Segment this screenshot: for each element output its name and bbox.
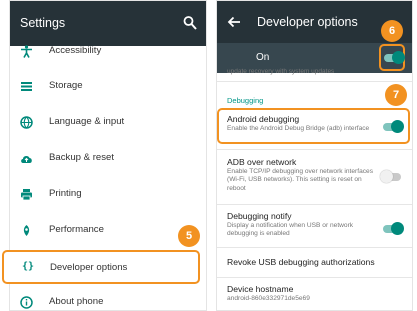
developer-options-title: Developer options [257,15,358,29]
divider [217,247,412,248]
step-badge-5: 5 [178,225,200,247]
accessibility-icon [21,45,32,58]
settings-item-label: Language & input [49,116,125,127]
settings-item-developer-options[interactable]: {} Developer options [2,250,200,284]
pref-summary: Enable TCP/IP debugging over network int… [227,168,374,192]
settings-item-storage[interactable]: Storage [10,69,206,105]
divider [217,204,412,205]
step-badge-6: 6 [381,20,403,42]
settings-item-label: About phone [49,296,104,307]
settings-title: Settings [20,16,66,30]
settings-item-label: Accessibility [49,45,102,56]
pref-debugging-notify[interactable]: Debugging notify Display a notification … [217,207,412,243]
settings-item-printing[interactable]: Printing [10,177,206,213]
storage-icon [21,82,32,91]
master-switch-label: On [256,52,270,63]
performance-icon [23,225,30,236]
previous-item-summary: update recovery with system updates [227,68,335,75]
settings-item-label: Printing [49,188,82,199]
android-debugging-highlight [217,108,410,144]
pref-adb-over-network[interactable]: ADB over network Enable TCP/IP debugging… [217,153,412,199]
divider [217,149,412,150]
section-header-debugging: Debugging [227,96,264,105]
pref-summary: android-860e332971de5e69 [227,295,310,302]
printer-icon [21,189,32,201]
cloud-upload-icon [21,156,32,163]
settings-item-label: Performance [49,224,104,235]
back-arrow-icon[interactable] [227,15,241,29]
debugging-notify-toggle[interactable] [383,222,404,235]
settings-item-performance[interactable]: Performance [10,213,206,249]
search-icon[interactable] [183,15,197,31]
settings-item-backup[interactable]: Backup & reset [10,141,206,177]
settings-item-label: Storage [49,80,83,91]
pref-title: Device hostname [227,284,294,294]
settings-item-accessibility[interactable]: Accessibility [10,34,206,70]
pref-summary: Display a notification when USB or netwo… [227,222,354,238]
pref-title: Revoke USB debugging authorizations [227,257,375,267]
pref-title: ADB over network [227,157,297,167]
pref-revoke-usb-authorizations[interactable]: Revoke USB debugging authorizations [217,251,412,275]
settings-item-label: Backup & reset [49,152,115,163]
globe-icon [20,116,33,129]
settings-item-language[interactable]: Language & input [10,105,206,141]
adb-over-network-toggle[interactable] [380,170,401,183]
code-braces-icon: {} [22,261,35,272]
info-icon [20,296,33,309]
master-switch-toggle[interactable] [384,51,405,64]
step-badge-7: 7 [385,84,407,106]
settings-item-about[interactable]: About phone [10,285,206,310]
pref-title: Debugging notify [227,211,292,221]
divider [217,277,412,278]
divider [217,81,412,82]
pref-device-hostname[interactable]: Device hostname android-860e332971de5e69 [217,281,412,310]
settings-item-label: Developer options [50,262,128,273]
